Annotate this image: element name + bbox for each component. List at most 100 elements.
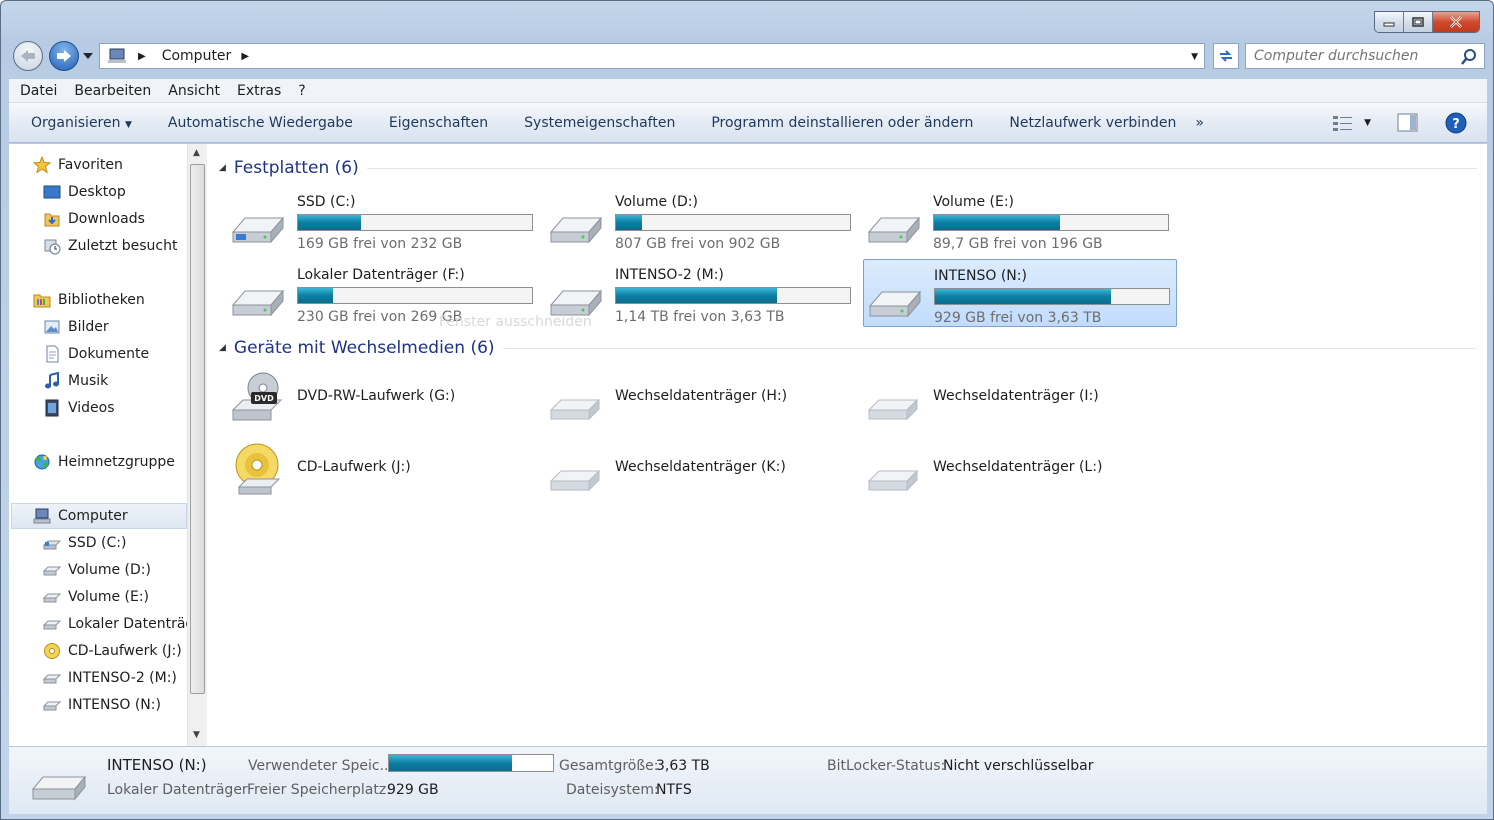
downloads-folder-icon bbox=[44, 213, 60, 227]
nav-recent-label: Zuletzt besucht bbox=[68, 238, 178, 254]
removable-title: Geräte mit Wechselmedien (6) bbox=[233, 338, 495, 358]
usage-fill bbox=[934, 215, 1061, 230]
computer-icon bbox=[33, 508, 51, 524]
device-tile-j[interactable]: CD-Laufwerk (J:) bbox=[209, 437, 523, 499]
search-input[interactable] bbox=[1254, 48, 1454, 64]
menu-bearbeiten[interactable]: Bearbeiten bbox=[63, 83, 157, 99]
removable-drive-icon bbox=[867, 398, 919, 421]
map-network-drive-button[interactable]: Netzlaufwerk verbinden bbox=[1009, 115, 1176, 131]
device-i-name: Wechseldatenträger (I:) bbox=[933, 388, 1099, 404]
back-button[interactable] bbox=[13, 41, 43, 71]
nav-videos[interactable]: Videos bbox=[43, 395, 115, 421]
nav-computer[interactable]: Computer bbox=[11, 503, 187, 529]
maximize-button[interactable] bbox=[1404, 12, 1433, 32]
hard-drive-icon bbox=[867, 216, 921, 244]
drive-tile-c[interactable]: SSD (C:) 169 GB frei von 232 GB bbox=[209, 188, 533, 256]
system-properties-button[interactable]: Systemeigenschaften bbox=[524, 115, 675, 131]
nav-drive-c[interactable]: SSD (C:) bbox=[43, 530, 126, 556]
drive-tile-e[interactable]: Volume (E:) 89,7 GB frei von 196 GB bbox=[845, 188, 1169, 256]
nav-drive-e[interactable]: Volume (E:) bbox=[43, 584, 149, 610]
menu-help[interactable]: ? bbox=[287, 83, 311, 99]
uninstall-program-button[interactable]: Programm deinstallieren oder ändern bbox=[711, 115, 973, 131]
usage-fill bbox=[616, 215, 642, 230]
properties-button[interactable]: Eigenschaften bbox=[389, 115, 488, 131]
collapse-triangle-icon[interactable]: ◢ bbox=[219, 343, 226, 353]
nav-drive-d[interactable]: Volume (D:) bbox=[43, 557, 151, 583]
hard-drive-icon bbox=[43, 593, 61, 603]
details-free-value: 929 GB bbox=[387, 782, 439, 798]
scroll-down-icon[interactable]: ▼ bbox=[193, 730, 200, 740]
details-used-label: Verwendeter Speic... bbox=[248, 758, 393, 774]
view-options-icon[interactable] bbox=[1332, 114, 1354, 132]
nav-downloads[interactable]: Downloads bbox=[43, 206, 145, 232]
help-icon[interactable]: ? bbox=[1445, 112, 1467, 134]
group-header-hard-drives[interactable]: ◢ Festplatten (6) bbox=[219, 158, 1477, 178]
address-dropdown-icon[interactable]: ▼ bbox=[1191, 52, 1198, 62]
nav-favorites-label: Favoriten bbox=[58, 157, 123, 173]
device-tile-i[interactable]: Wechseldatenträger (I:) bbox=[845, 366, 1159, 428]
search-icon[interactable] bbox=[1460, 48, 1478, 66]
details-usage-bar bbox=[388, 754, 554, 772]
usage-fill bbox=[935, 289, 1111, 304]
system-drive-icon bbox=[231, 216, 285, 244]
autoplay-button[interactable]: Automatische Wiedergabe bbox=[168, 115, 353, 131]
hard-drives-title: Festplatten (6) bbox=[233, 158, 359, 178]
history-dropdown-icon[interactable] bbox=[83, 53, 93, 59]
menu-extras[interactable]: Extras bbox=[226, 83, 287, 99]
chevron-down-icon: ▼ bbox=[124, 119, 132, 130]
group-divider bbox=[502, 347, 1477, 349]
nav-drive-d-label: Volume (D:) bbox=[68, 562, 151, 578]
homegroup-icon bbox=[34, 454, 50, 470]
drive-tile-n[interactable]: INTENSO (N:) 929 GB frei von 3,63 TB bbox=[863, 259, 1177, 327]
menu-datei[interactable]: Datei bbox=[9, 83, 63, 99]
refresh-button[interactable] bbox=[1213, 43, 1239, 69]
breadcrumb-computer[interactable]: Computer bbox=[162, 48, 232, 64]
nav-recent[interactable]: Zuletzt besucht bbox=[43, 233, 177, 259]
command-bar: Organisieren ▼ Automatische Wiedergabe E… bbox=[9, 103, 1487, 143]
nav-libraries[interactable]: Bibliotheken bbox=[33, 287, 145, 313]
view-dropdown-icon[interactable]: ▼ bbox=[1364, 118, 1371, 128]
nav-drive-c-label: SSD (C:) bbox=[68, 535, 127, 551]
nav-homegroup[interactable]: Heimnetzgruppe bbox=[33, 449, 175, 475]
nav-documents[interactable]: Dokumente bbox=[43, 341, 149, 367]
details-total-value: 3,63 TB bbox=[656, 758, 710, 774]
scroll-up-icon[interactable]: ▲ bbox=[193, 148, 200, 158]
group-header-removable[interactable]: ◢ Geräte mit Wechselmedien (6) bbox=[219, 338, 1477, 358]
nav-desktop[interactable]: Desktop bbox=[43, 179, 126, 205]
drive-d-usage-bar bbox=[615, 214, 851, 231]
minimize-button[interactable] bbox=[1375, 12, 1404, 32]
drive-n-usage-bar bbox=[934, 288, 1170, 305]
nav-scrollbar[interactable]: ▲ ▼ bbox=[187, 144, 207, 746]
close-button[interactable] bbox=[1433, 12, 1479, 32]
nav-drive-f[interactable]: Lokaler Datenträger (F:) bbox=[43, 611, 187, 637]
drive-m-usage-bar bbox=[615, 287, 851, 304]
nav-documents-label: Dokumente bbox=[68, 346, 150, 362]
usage-fill bbox=[298, 215, 362, 230]
forward-button[interactable] bbox=[49, 41, 79, 71]
nav-music[interactable]: Musik bbox=[43, 368, 108, 394]
address-bar[interactable]: ▶ Computer ▶ ▼ bbox=[99, 43, 1205, 69]
nav-drive-j[interactable]: CD-Laufwerk (J:) bbox=[43, 638, 182, 664]
menu-ansicht[interactable]: Ansicht bbox=[157, 83, 226, 99]
search-box[interactable] bbox=[1245, 43, 1485, 69]
breadcrumb-separator-icon[interactable]: ▶ bbox=[138, 51, 146, 62]
device-tile-l[interactable]: Wechseldatenträger (L:) bbox=[845, 437, 1159, 499]
device-tile-k[interactable]: Wechseldatenträger (K:) bbox=[527, 437, 841, 499]
scroll-thumb[interactable] bbox=[190, 164, 205, 694]
device-tile-h[interactable]: Wechseldatenträger (H:) bbox=[527, 366, 841, 428]
drive-tile-d[interactable]: Volume (D:) 807 GB frei von 902 GB bbox=[527, 188, 851, 256]
dvd-drive-icon: DVD bbox=[231, 372, 283, 421]
drive-n-free-text: 929 GB frei von 3,63 TB bbox=[934, 310, 1102, 326]
preview-pane-icon[interactable] bbox=[1397, 113, 1419, 133]
nav-drive-n[interactable]: INTENSO (N:) bbox=[43, 692, 161, 718]
nav-favorites[interactable]: Favoriten bbox=[33, 152, 123, 178]
nav-drive-m[interactable]: INTENSO-2 (M:) bbox=[43, 665, 177, 691]
more-commands-button[interactable]: » bbox=[1195, 115, 1204, 131]
nav-pictures[interactable]: Bilder bbox=[43, 314, 109, 340]
star-icon bbox=[33, 156, 51, 174]
desktop-icon bbox=[43, 185, 61, 199]
breadcrumb-chevron-icon[interactable]: ▶ bbox=[241, 51, 249, 62]
device-tile-g[interactable]: DVD DVD-RW-Laufwerk (G:) bbox=[209, 366, 523, 428]
collapse-triangle-icon[interactable]: ◢ bbox=[219, 163, 226, 173]
organize-button[interactable]: Organisieren ▼ bbox=[31, 115, 132, 131]
